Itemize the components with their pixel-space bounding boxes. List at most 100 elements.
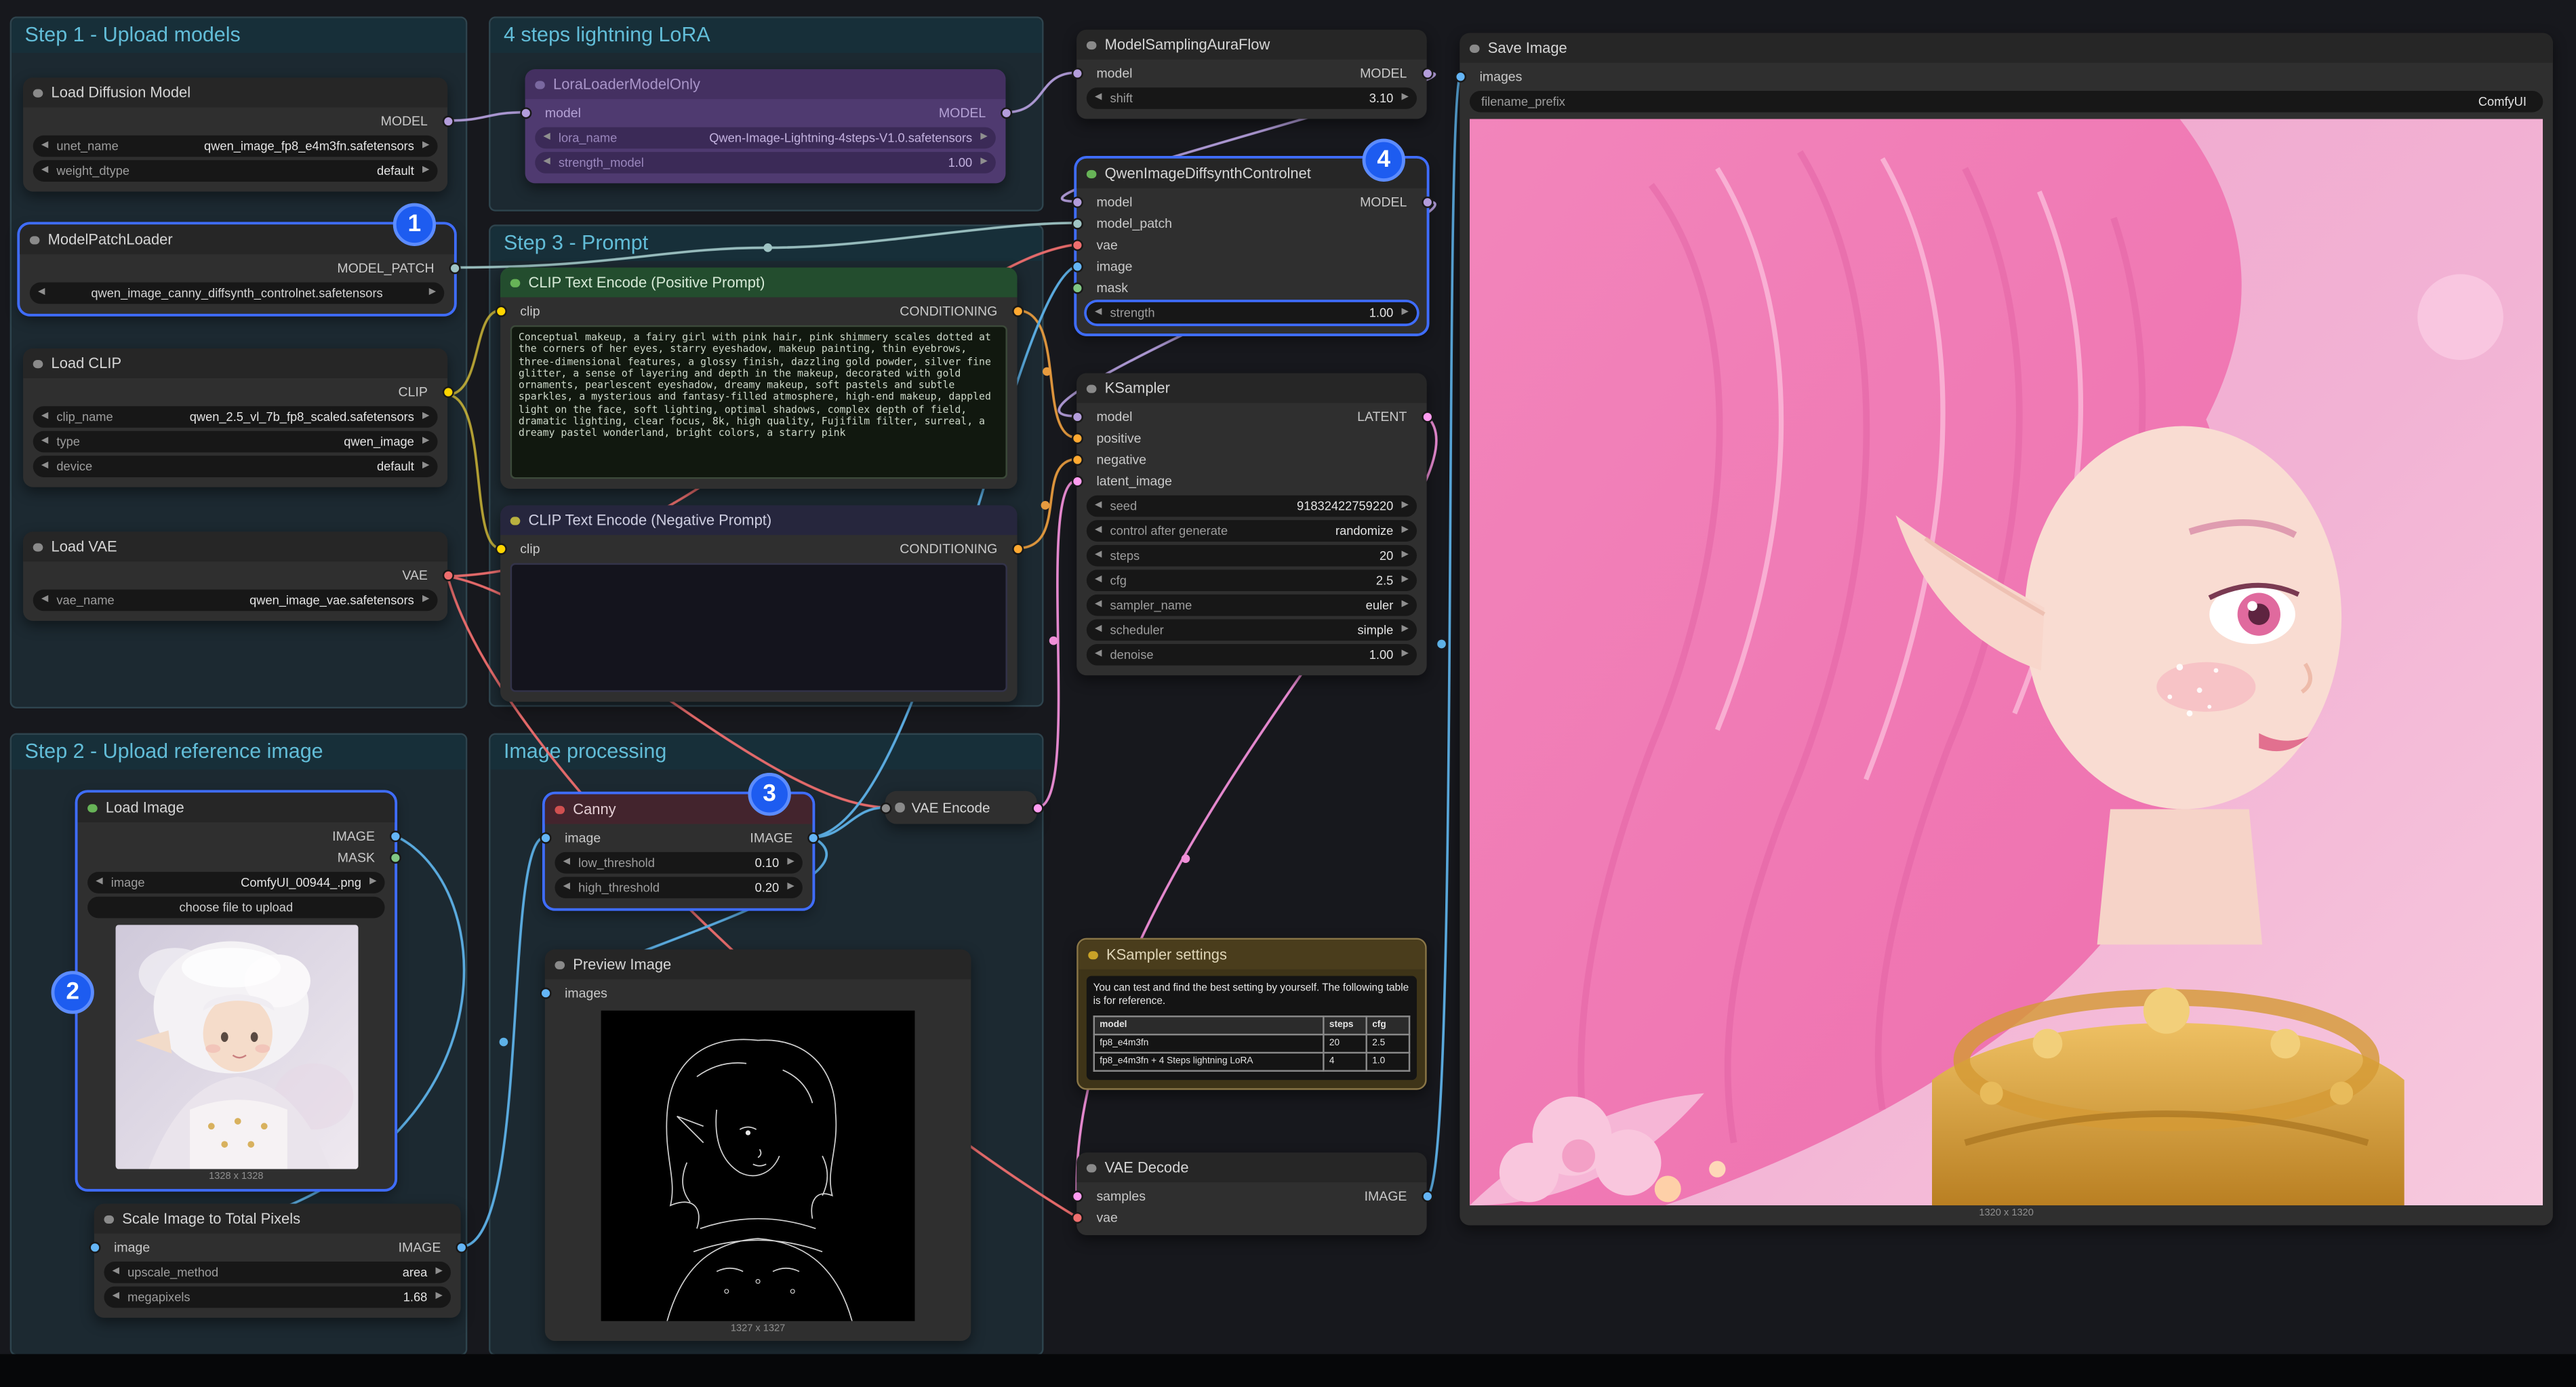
- node-model-patch-loader[interactable]: ModelPatchLoader MODEL_PATCH qwen_image_…: [20, 224, 454, 314]
- next-arrow-icon[interactable]: [787, 852, 794, 874]
- node-title-bar[interactable]: LoraLoaderModelOnly: [525, 69, 1006, 99]
- prev-arrow-icon[interactable]: [1095, 545, 1102, 567]
- widget-image-filename[interactable]: image ComfyUI_00944_.png: [87, 872, 384, 893]
- widget-megapixels[interactable]: megapixels 1.68: [104, 1287, 451, 1308]
- negative-prompt-textarea[interactable]: [510, 563, 1007, 692]
- next-arrow-icon[interactable]: [1402, 619, 1409, 641]
- node-title-bar[interactable]: ModelSamplingAuraFlow: [1076, 30, 1426, 60]
- group-step1-title[interactable]: Step 1 - Upload models: [12, 18, 466, 53]
- group-step3-title[interactable]: Step 3 - Prompt: [490, 226, 1042, 261]
- node-scale-image[interactable]: Scale Image to Total Pixels image IMAGE …: [94, 1204, 461, 1318]
- images-input-port[interactable]: [1454, 71, 1466, 83]
- prev-arrow-icon[interactable]: [563, 852, 570, 874]
- node-title-bar[interactable]: ModelPatchLoader: [20, 224, 454, 254]
- prev-arrow-icon[interactable]: [1095, 619, 1102, 641]
- next-arrow-icon[interactable]: [1402, 520, 1409, 542]
- node-title-bar[interactable]: Save Image: [1460, 33, 2553, 63]
- group-step2-title[interactable]: Step 2 - Upload reference image: [12, 735, 466, 769]
- conditioning-output-port[interactable]: [1011, 543, 1023, 555]
- image-output-port[interactable]: [455, 1242, 466, 1253]
- node-title-bar[interactable]: Load VAE: [23, 531, 447, 561]
- mask-input-port[interactable]: [1071, 283, 1083, 294]
- next-arrow-icon[interactable]: [1402, 496, 1409, 517]
- node-title-bar[interactable]: VAE Decode: [1076, 1152, 1426, 1182]
- prev-arrow-icon[interactable]: [543, 127, 550, 149]
- positive-prompt-textarea[interactable]: Conceptual makeup, a fairy girl with pin…: [510, 325, 1007, 479]
- vae-input-port[interactable]: [1071, 239, 1083, 251]
- prev-arrow-icon[interactable]: [38, 283, 45, 304]
- next-arrow-icon[interactable]: [1402, 644, 1409, 666]
- prev-arrow-icon[interactable]: [1095, 302, 1102, 324]
- prev-arrow-icon[interactable]: [1095, 520, 1102, 542]
- prev-arrow-icon[interactable]: [1095, 644, 1102, 666]
- next-arrow-icon[interactable]: [980, 127, 987, 149]
- model-patch-input-port[interactable]: [1071, 218, 1083, 230]
- node-title-bar[interactable]: KSampler settings: [1079, 940, 1426, 969]
- node-ksampler[interactable]: KSampler model LATENT positive negative …: [1076, 374, 1426, 676]
- clip-output-port[interactable]: [442, 386, 454, 398]
- next-arrow-icon[interactable]: [422, 590, 429, 611]
- next-arrow-icon[interactable]: [1402, 569, 1409, 591]
- next-arrow-icon[interactable]: [429, 283, 436, 304]
- samples-input-port[interactable]: [1071, 1190, 1083, 1202]
- next-arrow-icon[interactable]: [422, 160, 429, 182]
- widget-high-threshold[interactable]: high_threshold 0.20: [555, 877, 802, 898]
- prev-arrow-icon[interactable]: [41, 136, 48, 157]
- node-vae-encode[interactable]: VAE Encode: [885, 791, 1037, 824]
- next-arrow-icon[interactable]: [1402, 595, 1409, 616]
- node-ksampler-settings-note[interactable]: KSampler settings You can test and find …: [1076, 938, 1426, 1090]
- latent-output-port[interactable]: [1031, 802, 1043, 813]
- widget-low-threshold[interactable]: low_threshold 0.10: [555, 852, 802, 874]
- node-load-clip[interactable]: Load CLIP CLIP clip_name qwen_2.5_vl_7b_…: [23, 348, 447, 487]
- widget-device[interactable]: device default: [33, 456, 438, 477]
- widget-unet-name[interactable]: unet_name qwen_image_fp8_e4m3fn.safetens…: [33, 136, 438, 157]
- node-title-bar[interactable]: CLIP Text Encode (Negative Prompt): [500, 505, 1017, 535]
- widget-upscale-method[interactable]: upscale_method area: [104, 1262, 451, 1283]
- group-imgproc-title[interactable]: Image processing: [490, 735, 1042, 769]
- node-title-bar[interactable]: Scale Image to Total Pixels: [94, 1204, 461, 1234]
- prev-arrow-icon[interactable]: [41, 456, 48, 477]
- choose-file-button[interactable]: choose file to upload: [87, 897, 384, 919]
- prev-arrow-icon[interactable]: [113, 1262, 119, 1283]
- node-qwen-controlnet[interactable]: QwenImageDiffsynthControlnet model MODEL…: [1076, 159, 1426, 334]
- conditioning-output-port[interactable]: [1011, 306, 1023, 317]
- model-input-port[interactable]: [1071, 68, 1083, 79]
- model-patch-output-port[interactable]: [448, 262, 460, 274]
- next-arrow-icon[interactable]: [436, 1262, 443, 1283]
- node-vae-decode[interactable]: VAE Decode samples IMAGE vae: [1076, 1152, 1426, 1235]
- node-clip-negative[interactable]: CLIP Text Encode (Negative Prompt) clip …: [500, 505, 1017, 702]
- model-output-port[interactable]: [442, 116, 454, 127]
- node-lora-loader[interactable]: LoraLoaderModelOnly model MODEL lora_nam…: [525, 69, 1006, 183]
- model-output-port[interactable]: [1000, 107, 1011, 119]
- node-clip-positive[interactable]: CLIP Text Encode (Positive Prompt) clip …: [500, 268, 1017, 489]
- vae-input-port[interactable]: [1071, 1212, 1083, 1224]
- prev-arrow-icon[interactable]: [543, 152, 550, 174]
- node-save-image[interactable]: Save Image images filename_prefix ComfyU…: [1460, 33, 2553, 1226]
- widget-vae-name[interactable]: vae_name qwen_image_vae.safetensors: [33, 590, 438, 611]
- prev-arrow-icon[interactable]: [113, 1287, 119, 1308]
- image-output-port[interactable]: [807, 832, 818, 844]
- widget-lora-name[interactable]: lora_name Qwen-Image-Lightning-4steps-V1…: [535, 127, 996, 149]
- next-arrow-icon[interactable]: [436, 1287, 443, 1308]
- model-output-port[interactable]: [1421, 197, 1432, 208]
- node-title-bar[interactable]: Load Image: [77, 792, 395, 822]
- vae-output-port[interactable]: [442, 569, 454, 581]
- image-output-port[interactable]: [1421, 1190, 1432, 1202]
- node-load-image[interactable]: Load Image IMAGE MASK image ComfyUI_0094…: [77, 792, 395, 1189]
- model-input-port[interactable]: [1071, 411, 1083, 423]
- widget-seed[interactable]: seed 91832422759220: [1087, 496, 1417, 517]
- widget-cfg[interactable]: cfg 2.5: [1087, 569, 1417, 591]
- model-output-port[interactable]: [1421, 68, 1432, 79]
- widget-denoise[interactable]: denoise 1.00: [1087, 644, 1417, 666]
- next-arrow-icon[interactable]: [422, 431, 429, 453]
- widget-scheduler[interactable]: scheduler simple: [1087, 619, 1417, 641]
- widget-strength-model[interactable]: strength_model 1.00: [535, 152, 996, 174]
- node-model-sampling[interactable]: ModelSamplingAuraFlow model MODEL shift …: [1076, 30, 1426, 119]
- node-preview-image[interactable]: Preview Image images: [545, 950, 971, 1341]
- prev-arrow-icon[interactable]: [1095, 569, 1102, 591]
- widget-filename-prefix[interactable]: filename_prefix ComfyUI: [1470, 91, 2543, 113]
- next-arrow-icon[interactable]: [422, 456, 429, 477]
- image-output-port[interactable]: [389, 830, 401, 842]
- prev-arrow-icon[interactable]: [41, 431, 48, 453]
- widget-control-after-generate[interactable]: control after generate randomize: [1087, 520, 1417, 542]
